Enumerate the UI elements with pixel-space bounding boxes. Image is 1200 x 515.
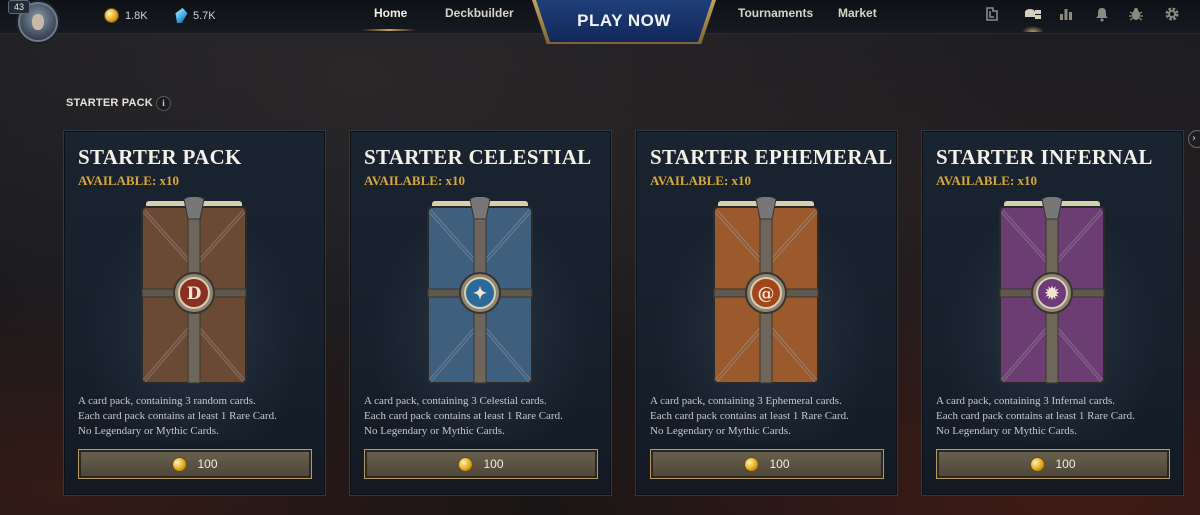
settings-icon-svg xyxy=(1165,7,1179,21)
nav-market[interactable]: Market xyxy=(838,6,877,20)
pack-description-line: Each card pack contains at least 1 Rare … xyxy=(650,410,849,422)
pack-description-line: A card pack, containing 3 Celestial card… xyxy=(364,395,547,407)
buy-pack-button[interactable]: 100 xyxy=(78,449,312,479)
info-icon[interactable]: i xyxy=(156,96,171,111)
svg-text:✹: ✹ xyxy=(1044,284,1060,304)
gold-currency: 1.8K xyxy=(104,8,148,23)
pack-description-line: No Legendary or Mythic Cards. xyxy=(364,425,505,437)
pack-description-line: Each card pack contains at least 1 Rare … xyxy=(936,410,1135,422)
pack-availability: AVAILABLE: x10 xyxy=(364,173,466,188)
gem-icon xyxy=(173,8,188,23)
buy-pack-button[interactable]: 100 xyxy=(936,449,1170,479)
pack-description-line: No Legendary or Mythic Cards. xyxy=(936,425,1077,437)
pack-description: A card pack, containing 3 Celestial card… xyxy=(364,394,604,439)
pack-description-line: A card pack, containing 3 Infernal cards… xyxy=(936,395,1115,407)
player-level-badge: 43 xyxy=(8,0,30,14)
pack-description: A card pack, containing 3 Ephemeral card… xyxy=(650,394,890,439)
gold-coin-icon xyxy=(744,456,760,472)
scroll-right-arrow-icon[interactable]: › xyxy=(1188,130,1200,148)
pack-title: STARTER CELESTIAL xyxy=(364,145,592,169)
pack-description-line: A card pack, containing 3 Ephemeral card… xyxy=(650,395,842,407)
pack-availability: AVAILABLE: x10 xyxy=(650,173,752,188)
gold-coin-icon xyxy=(1030,456,1046,472)
nav-tournaments[interactable]: Tournaments xyxy=(738,6,813,20)
leaderboard-icon-svg xyxy=(1060,9,1072,20)
pack-price: 100 xyxy=(483,457,504,471)
card-pack-image: ✹ xyxy=(999,197,1105,384)
gold-amount: 1.8K xyxy=(125,9,148,22)
nav-home-active-indicator xyxy=(362,29,416,31)
avatar-face xyxy=(32,14,44,30)
packs-icon[interactable] xyxy=(1024,6,1041,22)
pack-availability: AVAILABLE: x10 xyxy=(78,173,180,188)
packs-active-indicator xyxy=(1022,26,1044,32)
buy-pack-button[interactable]: 100 xyxy=(650,449,884,479)
bug-report-icon[interactable] xyxy=(1128,6,1144,22)
pack-card[interactable]: STARTER EPHEMERAL AVAILABLE: x10 @ A card p… xyxy=(635,130,898,496)
card-pack-image: @ xyxy=(713,197,819,384)
pack-description-line: No Legendary or Mythic Cards. xyxy=(650,425,791,437)
pack-card[interactable]: STARTER PACK AVAILABLE: x10 D A card pack, … xyxy=(63,130,326,496)
pack-price: 100 xyxy=(769,457,790,471)
notifications-icon[interactable] xyxy=(1094,6,1110,22)
card-pack-image: D xyxy=(141,197,247,384)
packs-icon-svg xyxy=(1025,9,1041,19)
pack-card[interactable]: STARTER INFERNAL AVAILABLE: x10 ✹ A card pa… xyxy=(921,130,1184,496)
pack-description-line: Each card pack contains at least 1 Rare … xyxy=(364,410,563,422)
pack-description-line: Each card pack contains at least 1 Rare … xyxy=(78,410,277,422)
settings-icon[interactable] xyxy=(1164,6,1180,22)
leaderboard-icon[interactable] xyxy=(1058,6,1074,22)
gold-coin-icon xyxy=(458,456,474,472)
buy-pack-button[interactable]: 100 xyxy=(364,449,598,479)
pack-availability: AVAILABLE: x10 xyxy=(936,173,1038,188)
svg-text:D: D xyxy=(187,284,202,304)
section-title: STARTER PACK xyxy=(66,97,153,109)
pack-title: STARTER INFERNAL xyxy=(936,145,1153,169)
card-pack-image: ✦ xyxy=(427,197,533,384)
pack-price: 100 xyxy=(197,457,218,471)
collection-icon[interactable] xyxy=(984,6,1000,22)
gold-coin-icon xyxy=(104,8,119,23)
pack-description: A card pack, containing 3 Infernal cards… xyxy=(936,394,1176,439)
play-now-button[interactable]: PLAY NOW xyxy=(536,0,712,42)
collection-icon-svg xyxy=(986,7,998,21)
svg-text:✦: ✦ xyxy=(473,284,487,304)
gem-amount: 5.7K xyxy=(193,9,216,22)
nav-home[interactable]: Home xyxy=(374,6,407,20)
bug-report-icon-svg xyxy=(1129,8,1143,21)
pack-title: STARTER PACK xyxy=(78,145,242,169)
pack-title: STARTER EPHEMERAL xyxy=(650,145,893,169)
gem-currency: 5.7K xyxy=(175,8,216,23)
player-avatar[interactable]: 43 xyxy=(8,0,60,44)
gold-coin-icon xyxy=(172,456,188,472)
pack-card[interactable]: STARTER CELESTIAL AVAILABLE: x10 ✦ A card p… xyxy=(349,130,612,496)
nav-deckbuilder[interactable]: Deckbuilder xyxy=(445,6,514,20)
pack-description-line: No Legendary or Mythic Cards. xyxy=(78,425,219,437)
pack-description-line: A card pack, containing 3 random cards. xyxy=(78,395,256,407)
notifications-icon-svg xyxy=(1096,8,1108,22)
pack-price: 100 xyxy=(1055,457,1076,471)
pack-description: A card pack, containing 3 random cards. E… xyxy=(78,394,318,439)
svg-text:@: @ xyxy=(758,284,775,304)
